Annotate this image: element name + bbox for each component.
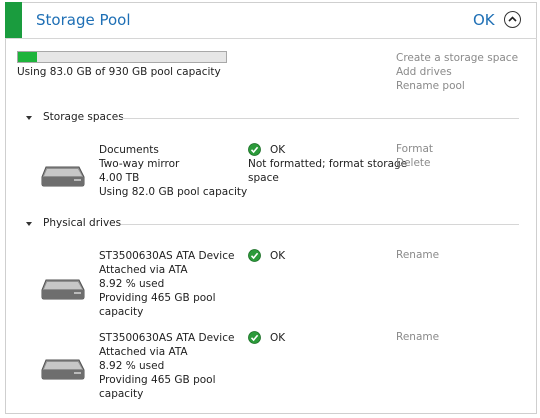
drive-name: ST3500630AS ATA Device bbox=[99, 250, 235, 262]
physical-drives-heading: Physical drives bbox=[43, 217, 122, 229]
section-divider bbox=[122, 118, 519, 119]
ok-check-icon bbox=[248, 143, 261, 156]
hard-drive-icon bbox=[41, 277, 85, 301]
drive-used: 8.92 % used bbox=[99, 360, 165, 372]
drive-name: ST3500630AS ATA Device bbox=[99, 332, 235, 344]
pool-accent-bar bbox=[5, 2, 22, 38]
status-detail: Not formatted; format storage space bbox=[248, 157, 407, 185]
rename-drive-link[interactable]: Rename bbox=[396, 331, 439, 343]
drive-providing-line-2: capacity bbox=[99, 388, 144, 400]
pool-capacity-bar bbox=[17, 51, 227, 63]
hard-drive-icon bbox=[41, 357, 85, 381]
section-divider bbox=[121, 224, 519, 225]
ok-check-icon bbox=[248, 331, 261, 344]
status-detail-line-1: Not formatted; format storage bbox=[248, 158, 408, 170]
format-link[interactable]: Format bbox=[396, 143, 433, 155]
status-detail-line-2: space bbox=[248, 172, 279, 184]
status-text: OK bbox=[270, 332, 286, 344]
pool-capacity-fill bbox=[18, 52, 37, 62]
drive-connection: Attached via ATA bbox=[99, 346, 188, 358]
drive-used: 8.92 % used bbox=[99, 278, 165, 290]
collapse-triangle-icon[interactable] bbox=[26, 116, 32, 120]
header-divider bbox=[5, 38, 537, 39]
pool-status: OK bbox=[473, 11, 495, 29]
rename-pool-link[interactable]: Rename pool bbox=[396, 80, 465, 92]
storage-spaces-heading: Storage spaces bbox=[43, 111, 124, 123]
status-text: OK bbox=[270, 250, 286, 262]
rename-drive-link[interactable]: Rename bbox=[396, 249, 439, 261]
add-drives-link[interactable]: Add drives bbox=[396, 66, 452, 78]
drive-providing-line-1: Providing 465 GB pool bbox=[99, 374, 216, 386]
drive-providing-line-1: Providing 465 GB pool bbox=[99, 292, 216, 304]
physical-drive-details: ST3500630AS ATA Device Attached via ATA … bbox=[99, 331, 234, 401]
delete-link[interactable]: Delete bbox=[396, 157, 431, 169]
pool-capacity-text: Using 83.0 GB of 930 GB pool capacity bbox=[17, 66, 221, 78]
ok-check-icon bbox=[248, 249, 261, 262]
drive-providing-line-2: capacity bbox=[99, 306, 144, 318]
storage-space-drive-icon bbox=[41, 164, 85, 188]
storage-space-layout: Two-way mirror bbox=[99, 158, 180, 170]
physical-drive-details: ST3500630AS ATA Device Attached via ATA … bbox=[99, 249, 234, 319]
storage-space-usage: Using 82.0 GB pool capacity bbox=[99, 186, 248, 198]
drive-connection: Attached via ATA bbox=[99, 264, 188, 276]
storage-space-details: Documents Two-way mirror 4.00 TB Using 8… bbox=[99, 143, 247, 199]
collapse-triangle-icon[interactable] bbox=[26, 222, 32, 226]
create-storage-space-link[interactable]: Create a storage space bbox=[396, 52, 518, 64]
storage-space-name: Documents bbox=[99, 144, 159, 156]
pool-title: Storage Pool bbox=[36, 11, 131, 29]
chevron-up-circle-icon[interactable] bbox=[504, 11, 521, 28]
storage-space-size: 4.00 TB bbox=[99, 172, 140, 184]
status-text: OK bbox=[270, 144, 286, 156]
